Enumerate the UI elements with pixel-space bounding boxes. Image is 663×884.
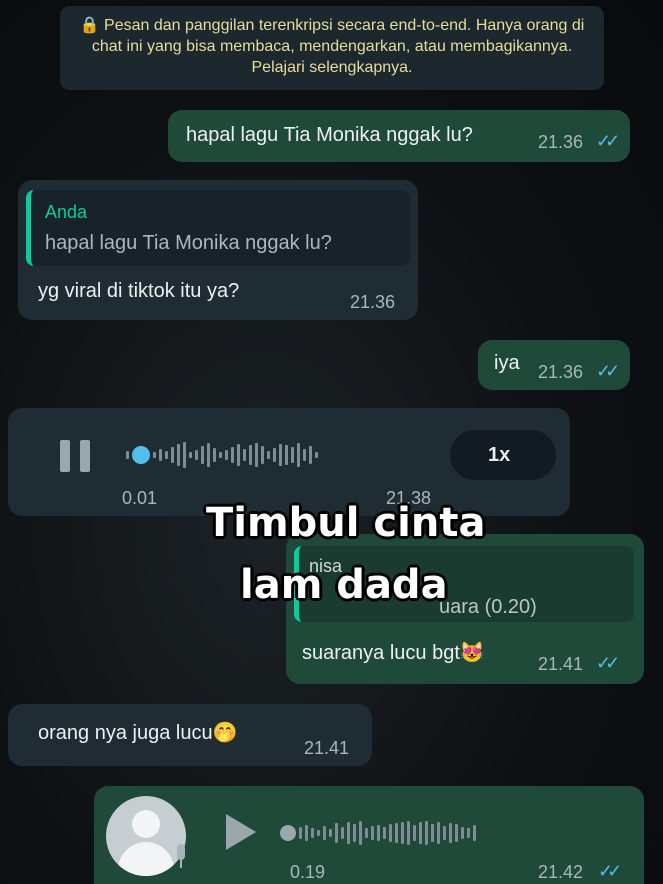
mic-icon (174, 844, 188, 868)
message-time: 21.41 (304, 738, 350, 758)
pause-icon[interactable] (58, 438, 94, 474)
reply-quote[interactable]: Anda hapal lagu Tia Monika nggak lu? (26, 190, 410, 266)
message-time: 21.36 (350, 292, 396, 312)
read-receipt-icon: ✓✓ (596, 361, 620, 381)
read-receipt-icon: ✓✓ (596, 653, 620, 673)
overlay-caption-line1: Timbul cinta (206, 500, 486, 546)
message-text: yg viral di tiktok itu ya? (38, 280, 240, 302)
message-text: iya (494, 352, 520, 374)
quote-author: Anda (45, 202, 88, 222)
voice-waveform[interactable] (126, 438, 318, 472)
message-time: 21.41 (538, 654, 584, 674)
message-text: orang nya juga lucu🤭 (38, 722, 238, 744)
playback-speed-label: 1x (488, 444, 511, 466)
voice-waveform[interactable] (280, 816, 476, 850)
message-time: 21.36 (538, 362, 584, 382)
voice-elapsed: 0.01 (122, 488, 158, 508)
message-incoming[interactable]: orang nya juga lucu🤭 21.41 (8, 704, 372, 766)
read-receipt-icon: ✓✓ (598, 861, 622, 881)
quote-text: hapal lagu Tia Monika nggak lu? (45, 232, 332, 254)
message-outgoing[interactable]: iya 21.36 ✓✓ (478, 340, 630, 390)
encryption-notice[interactable]: 🔒 Pesan dan panggilan terenkripsi secara… (60, 6, 604, 90)
message-outgoing[interactable]: hapal lagu Tia Monika nggak lu? 21.36 ✓✓ (168, 110, 630, 162)
playback-speed-button[interactable]: 1x (450, 430, 556, 480)
message-text: hapal lagu Tia Monika nggak lu? (186, 124, 473, 146)
message-time: 21.42 (538, 862, 584, 882)
voice-message-outgoing[interactable]: 0.19 21.42 ✓✓ (94, 786, 644, 884)
message-text: suaranya lucu bgt😻 (302, 642, 485, 664)
message-outgoing[interactable]: nisa uara (0.20) suaranya lucu bgt😻 21.4… (286, 534, 644, 684)
quote-text: uara (0.20) (439, 596, 537, 618)
overlay-caption-line2: lam dada (240, 562, 448, 608)
read-receipt-icon: ✓✓ (596, 131, 620, 151)
play-icon[interactable] (226, 814, 256, 850)
message-time: 21.36 (538, 132, 584, 152)
message-incoming[interactable]: Anda hapal lagu Tia Monika nggak lu? yg … (18, 180, 418, 320)
voice-elapsed: 0.19 (290, 862, 326, 882)
